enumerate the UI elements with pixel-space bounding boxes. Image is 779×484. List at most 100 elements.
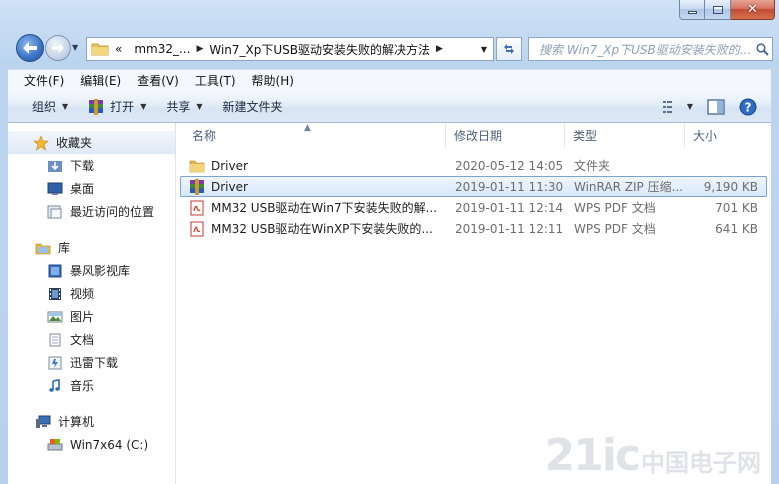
sidebar-item-label: 下载	[70, 159, 95, 173]
column-header-size[interactable]: 大小	[685, 123, 765, 149]
search-icon[interactable]	[752, 42, 772, 56]
file-type: WPS PDF 文档	[574, 201, 656, 215]
file-date: 2019-01-11 12:11	[455, 221, 564, 236]
sort-ascending-icon: ▲	[304, 123, 311, 133]
column-header-date[interactable]: 修改日期	[446, 123, 565, 149]
breadcrumb-separator-icon[interactable]: ▶	[436, 44, 443, 54]
preview-pane-icon[interactable]	[707, 98, 725, 115]
close-button[interactable]: ✕	[731, 0, 775, 20]
sidebar-item-label: 文档	[70, 333, 95, 347]
breadcrumb-item[interactable]: Win7_Xp下USB驱动安装失败的解决方法	[203, 41, 436, 58]
menu-tools[interactable]: 工具(T)	[187, 70, 244, 92]
address-bar[interactable]: « mm32_... ▶ Win7_Xp下USB驱动安装失败的解决方法 ▶ ▼	[86, 37, 494, 61]
view-options-button[interactable]: ▼	[662, 100, 693, 113]
sidebar-libraries[interactable]: 库	[8, 236, 175, 259]
navigation-bar: ▼ « mm32_... ▶ Win7_Xp下USB驱动安装失败的解决方法 ▶ …	[16, 34, 773, 64]
breadcrumb-separator-icon[interactable]: ▶	[196, 44, 203, 54]
music-icon	[46, 378, 64, 394]
help-icon[interactable]: ?	[739, 98, 757, 116]
breadcrumb-item[interactable]: mm32_...	[128, 42, 196, 56]
chevron-down-icon: ▼	[62, 102, 69, 111]
file-type: WinRAR ZIP 压缩...	[574, 180, 684, 194]
star-icon	[32, 134, 50, 151]
content-area: 收藏夹 下载 桌面 最近访问的位置 库 暴风影视库 视频 图片 文档 迅雷下载 …	[8, 123, 771, 484]
forward-button[interactable]	[45, 35, 71, 61]
computer-icon	[34, 414, 52, 430]
file-name: MM32 USB驱动在Win7下安装失败的解...	[211, 201, 438, 215]
breadcrumb-overflow[interactable]: «	[109, 42, 128, 56]
sidebar-item-music[interactable]: 音乐	[8, 374, 175, 397]
sidebar-item-thunder[interactable]: 迅雷下载	[8, 351, 175, 374]
menu-file[interactable]: 文件(F)	[8, 70, 72, 92]
file-row[interactable]: Driver 2019-01-11 11:30 WinRAR ZIP 压缩...…	[180, 176, 767, 197]
file-rows: Driver 2020-05-12 14:05 文件夹 Driver 2019-…	[176, 155, 771, 239]
sidebar-item-label: 视频	[70, 287, 95, 301]
library-icon	[34, 240, 52, 256]
file-row[interactable]: Driver 2020-05-12 14:05 文件夹	[180, 155, 767, 176]
maximize-icon	[712, 5, 723, 14]
sidebar-item-recent[interactable]: 最近访问的位置	[8, 200, 175, 223]
details-view-icon	[662, 100, 672, 113]
toolbar-right: ▼ ?	[662, 98, 771, 116]
file-size: 641 KB	[715, 221, 758, 236]
sidebar-item-label: 桌面	[70, 182, 95, 196]
file-type: WPS PDF 文档	[574, 222, 656, 236]
menu-bar: 文件(F) 编辑(E) 查看(V) 工具(T) 帮助(H)	[8, 69, 771, 91]
picture-icon	[46, 309, 64, 325]
menu-edit[interactable]: 编辑(E)	[72, 70, 129, 92]
thunder-download-icon	[46, 355, 64, 371]
sidebar-item-label: Win7x64 (C:)	[70, 437, 149, 452]
sidebar-item-label: 迅雷下载	[70, 356, 119, 370]
caption-buttons: ✕	[679, 0, 775, 22]
command-bar: 组织 ▼ 打开 ▼ 共享 ▼ 新建文件夹 ▼ ?	[8, 91, 771, 123]
minimize-button[interactable]	[679, 0, 705, 20]
file-size: 701 KB	[715, 200, 758, 215]
share-button[interactable]: 共享 ▼	[156, 94, 212, 120]
sidebar-item-video[interactable]: 视频	[8, 282, 175, 305]
file-name: MM32 USB驱动在WinXP下安装失败的...	[211, 222, 433, 236]
site-watermark: 21ic 中国电子网	[545, 434, 761, 478]
file-row[interactable]: MM32 USB驱动在WinXP下安装失败的... 2019-01-11 12:…	[180, 218, 767, 239]
file-list: ▲ 名称 修改日期 类型 大小 Driver 2020-05-12 14:05	[176, 123, 771, 484]
video-library-icon	[46, 263, 64, 279]
watermark-logo: 21ic	[544, 430, 641, 481]
file-date: 2019-01-11 11:30	[455, 179, 564, 194]
sidebar-item-documents[interactable]: 文档	[8, 328, 175, 351]
organize-label: 组织	[32, 100, 57, 114]
search-input[interactable]: 搜索 Win7_Xp下USB驱动安装失败的...	[529, 41, 752, 58]
file-type: 文件夹	[574, 159, 611, 173]
maximize-button[interactable]	[705, 0, 731, 20]
sidebar-item-drive-c[interactable]: Win7x64 (C:)	[8, 433, 175, 456]
menu-help[interactable]: 帮助(H)	[244, 70, 302, 92]
sidebar-item-pictures[interactable]: 图片	[8, 305, 175, 328]
new-folder-button[interactable]: 新建文件夹	[213, 94, 293, 120]
svg-text:?: ?	[745, 100, 752, 114]
file-size: 9,190 KB	[703, 179, 758, 194]
chevron-down-icon: ▼	[686, 102, 693, 111]
download-folder-icon	[46, 158, 64, 174]
search-box[interactable]: 搜索 Win7_Xp下USB驱动安装失败的...	[528, 37, 773, 61]
sidebar-item-desktop[interactable]: 桌面	[8, 177, 175, 200]
address-dropdown[interactable]: ▼	[475, 38, 493, 60]
explorer-window: ✕ ▼ « mm32_... ▶ Win7_Xp下USB驱动安装失败的解决方法 …	[0, 0, 779, 484]
refresh-button[interactable]	[496, 37, 522, 61]
menu-view[interactable]: 查看(V)	[129, 70, 187, 92]
desktop-icon	[46, 181, 64, 197]
recent-pages-dropdown[interactable]: ▼	[72, 43, 82, 53]
sidebar-item-download[interactable]: 下载	[8, 154, 175, 177]
back-button[interactable]	[16, 34, 44, 62]
sidebar-item-label: 音乐	[70, 379, 95, 393]
sidebar-computer[interactable]: 计算机	[8, 410, 175, 433]
sidebar-favorites[interactable]: 收藏夹	[8, 131, 175, 154]
open-button[interactable]: 打开 ▼	[78, 94, 156, 120]
column-header-type[interactable]: 类型	[565, 123, 685, 149]
sidebar-item-baofeng[interactable]: 暴风影视库	[8, 259, 175, 282]
navigation-pane: 收藏夹 下载 桌面 最近访问的位置 库 暴风影视库 视频 图片 文档 迅雷下载 …	[8, 123, 176, 484]
file-name: Driver	[211, 158, 248, 173]
column-header-name[interactable]: ▲ 名称	[176, 123, 446, 149]
file-date: 2020-05-12 14:05	[455, 158, 564, 173]
file-row[interactable]: MM32 USB驱动在Win7下安装失败的解... 2019-01-11 12:…	[180, 197, 767, 218]
folder-icon	[91, 43, 109, 56]
organize-button[interactable]: 组织 ▼	[8, 94, 78, 120]
video-icon	[46, 286, 64, 302]
